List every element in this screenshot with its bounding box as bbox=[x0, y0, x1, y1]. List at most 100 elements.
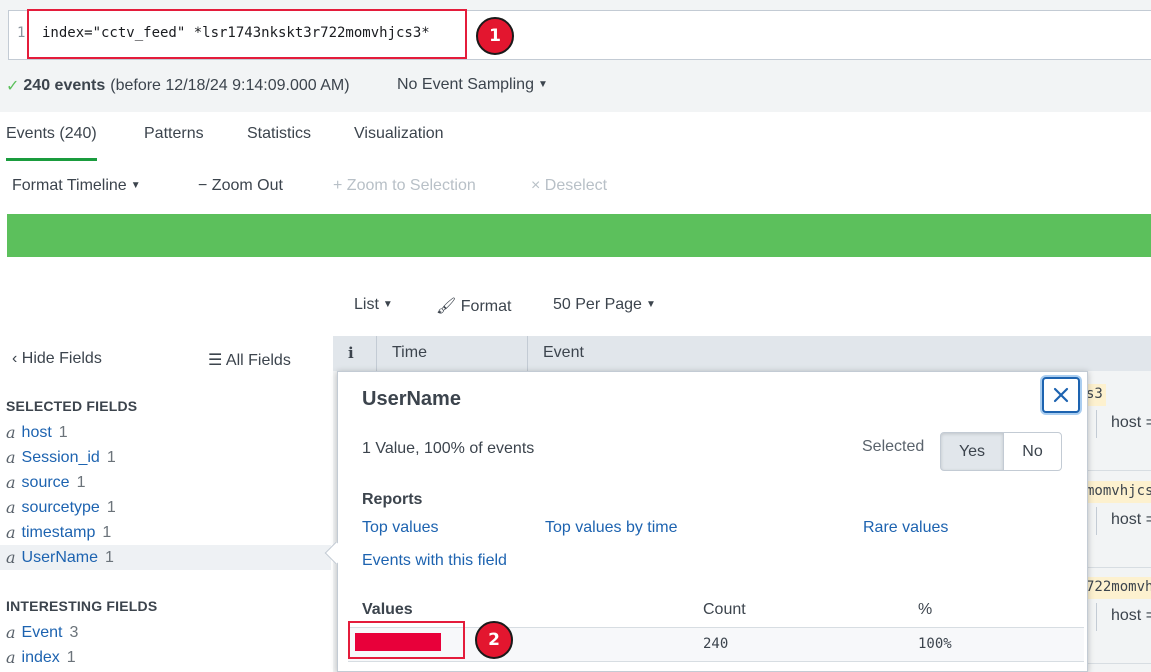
events-with-field-link[interactable]: Events with this field bbox=[362, 552, 507, 570]
event-host-field[interactable]: host = bbox=[1096, 507, 1151, 535]
values-heading: Values bbox=[362, 601, 413, 618]
hide-fields-label: Hide Fields bbox=[21, 350, 102, 367]
format-button[interactable]: 🖌 Format bbox=[436, 296, 511, 316]
events-table-header bbox=[333, 336, 1151, 371]
annotation-badge-1: 1 bbox=[476, 17, 514, 55]
annotation-badge-2: 2 bbox=[475, 621, 513, 659]
event-sampling-label: No Event Sampling bbox=[397, 76, 534, 93]
event-text-fragment: momvhjcs bbox=[1086, 481, 1151, 503]
close-button[interactable] bbox=[1042, 377, 1080, 413]
plus-icon: + bbox=[333, 177, 347, 194]
per-page-dropdown[interactable]: 50 Per Page ▼ bbox=[553, 296, 656, 314]
field-name[interactable]: source bbox=[22, 474, 70, 492]
column-divider bbox=[527, 336, 528, 371]
row-divider bbox=[1086, 663, 1151, 664]
field-row-event[interactable]: a Event 3 bbox=[0, 620, 331, 645]
tab-events[interactable]: Events (240) bbox=[6, 125, 97, 161]
selected-label: Selected bbox=[862, 438, 925, 455]
deselect-button[interactable]: × Deselect bbox=[531, 177, 607, 195]
string-type-icon: a bbox=[6, 623, 16, 642]
field-count: 1 bbox=[66, 648, 76, 666]
field-row-host[interactable]: a host 1 bbox=[0, 420, 331, 445]
value-count: 240 bbox=[703, 636, 729, 652]
selected-fields-heading: SELECTED FIELDS bbox=[6, 398, 138, 414]
zoom-out-button[interactable]: − Zoom Out bbox=[198, 177, 283, 195]
reports-heading: Reports bbox=[362, 491, 423, 508]
value-highlight-box bbox=[348, 621, 465, 659]
info-column-header: i bbox=[348, 344, 354, 362]
field-row-source[interactable]: a source 1 bbox=[0, 470, 331, 495]
hide-fields-button[interactable]: ‹ Hide Fields bbox=[12, 350, 102, 368]
tab-statistics[interactable]: Statistics bbox=[247, 125, 311, 161]
format-timeline-label: Format Timeline bbox=[12, 177, 127, 194]
event-column-header: Event bbox=[543, 344, 584, 361]
string-type-icon: a bbox=[6, 548, 16, 567]
field-name[interactable]: index bbox=[22, 649, 60, 667]
list-label: List bbox=[354, 296, 379, 313]
query-highlight-box bbox=[27, 9, 467, 59]
field-count: 3 bbox=[69, 623, 79, 641]
event-text-fragment: s3 bbox=[1086, 384, 1106, 406]
event-text-fragment: 722momvh bbox=[1086, 577, 1151, 599]
rare-values-link[interactable]: Rare values bbox=[863, 519, 948, 537]
chevron-left-icon: ‹ bbox=[12, 350, 22, 367]
event-host-field[interactable]: host = bbox=[1096, 603, 1151, 631]
row-divider bbox=[1086, 470, 1151, 471]
format-label: Format bbox=[460, 298, 512, 315]
caret-down-icon: ▼ bbox=[130, 180, 141, 191]
deselect-label: Deselect bbox=[544, 177, 608, 194]
caret-down-icon: ▼ bbox=[645, 299, 656, 310]
string-type-icon: a bbox=[6, 448, 16, 467]
tab-patterns[interactable]: Patterns bbox=[144, 125, 204, 161]
field-row-sourcetype[interactable]: a sourcetype 1 bbox=[0, 495, 331, 520]
field-name[interactable]: host bbox=[22, 424, 52, 442]
field-row-index[interactable]: a index 1 bbox=[0, 645, 331, 670]
top-values-by-time-link[interactable]: Top values by time bbox=[545, 519, 678, 537]
line-number: 1 bbox=[17, 25, 26, 41]
caret-down-icon: ▼ bbox=[537, 79, 548, 90]
event-host-field[interactable]: host = bbox=[1096, 410, 1151, 438]
selected-no-button[interactable]: No bbox=[1003, 432, 1062, 471]
field-row-session-id[interactable]: a Session_id 1 bbox=[0, 445, 331, 470]
zoom-out-label: Zoom Out bbox=[211, 177, 283, 194]
string-type-icon: a bbox=[6, 523, 16, 542]
string-type-icon: a bbox=[6, 648, 16, 667]
field-name[interactable]: Session_id bbox=[22, 449, 100, 467]
event-count: 240 events bbox=[23, 77, 106, 94]
row-divider bbox=[1086, 567, 1151, 568]
column-divider bbox=[376, 336, 377, 371]
caret-down-icon: ▼ bbox=[382, 299, 393, 310]
timeline-histogram[interactable] bbox=[7, 214, 1151, 257]
close-icon bbox=[1053, 387, 1069, 403]
event-sampling-dropdown[interactable]: No Event Sampling ▼ bbox=[397, 76, 548, 94]
string-type-icon: a bbox=[6, 498, 16, 517]
format-timeline-dropdown[interactable]: Format Timeline ▼ bbox=[12, 177, 141, 195]
interesting-fields-heading: INTERESTING FIELDS bbox=[6, 598, 158, 614]
minus-icon: − bbox=[198, 177, 212, 194]
time-range-text: (before 12/18/24 9:14:09.000 AM) bbox=[110, 77, 350, 94]
time-column-header[interactable]: Time bbox=[392, 344, 427, 362]
field-count: 1 bbox=[106, 448, 116, 466]
x-icon: × bbox=[531, 177, 545, 194]
field-name[interactable]: sourcetype bbox=[22, 499, 100, 517]
field-name[interactable]: timestamp bbox=[22, 524, 96, 542]
value-percent: 100% bbox=[918, 636, 952, 652]
top-values-link[interactable]: Top values bbox=[362, 519, 439, 537]
list-view-dropdown[interactable]: List ▼ bbox=[354, 296, 393, 314]
values-divider bbox=[348, 661, 1084, 662]
field-count: 1 bbox=[106, 498, 116, 516]
check-icon: ✓ bbox=[6, 78, 20, 95]
field-name[interactable]: UserName bbox=[22, 549, 98, 567]
count-column-header: Count bbox=[703, 601, 746, 618]
brush-icon: 🖌 bbox=[436, 298, 461, 315]
zoom-to-selection-button[interactable]: + Zoom to Selection bbox=[333, 177, 476, 195]
job-status: ✓ 240 events (before 12/18/24 9:14:09.00… bbox=[6, 76, 350, 96]
selected-yes-button[interactable]: Yes bbox=[940, 432, 1004, 471]
tab-visualization[interactable]: Visualization bbox=[354, 125, 444, 161]
field-row-timestamp[interactable]: a timestamp 1 bbox=[0, 520, 331, 545]
all-fields-button[interactable]: ☰ All Fields bbox=[208, 350, 291, 370]
field-row-username[interactable]: a UserName 1 bbox=[0, 545, 331, 570]
popup-title: UserName bbox=[362, 388, 461, 410]
field-name[interactable]: Event bbox=[22, 624, 63, 642]
zoom-to-selection-label: Zoom to Selection bbox=[346, 177, 476, 194]
